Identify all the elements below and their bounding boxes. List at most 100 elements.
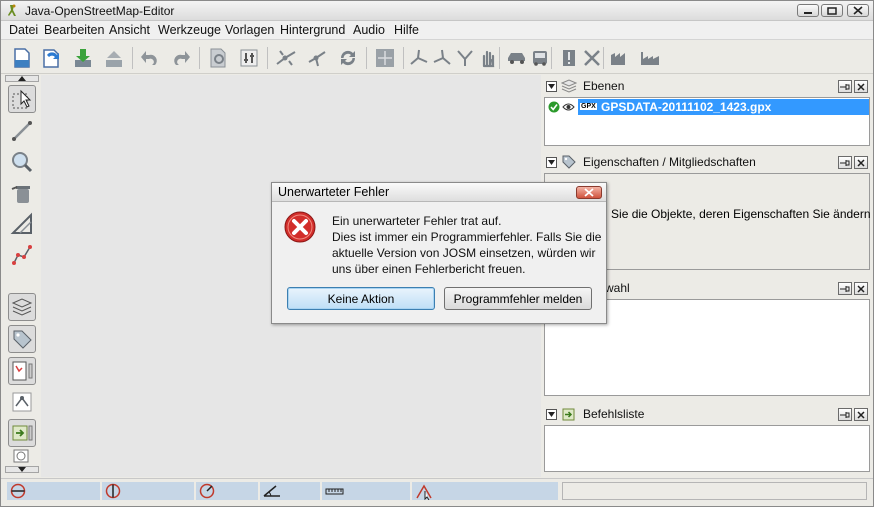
bus-icon	[533, 51, 547, 66]
magnifier-icon	[12, 152, 33, 173]
palette-scroll-up[interactable]	[5, 75, 39, 82]
commands-list[interactable]	[544, 425, 870, 472]
minimize-button[interactable]	[797, 4, 819, 17]
align-button[interactable]	[372, 45, 398, 71]
properties-panel-title: Eigenschaften / Mitgliedschaften	[583, 155, 756, 169]
properties-detach-button[interactable]	[838, 156, 852, 169]
download-button[interactable]	[70, 45, 96, 71]
pin-icon	[840, 83, 850, 90]
industrial-button[interactable]	[637, 45, 663, 71]
bus-button[interactable]	[527, 45, 553, 71]
layer-row[interactable]: GPX GPSDATA-20111102_1423.gpx	[545, 99, 869, 115]
menu-vorlagen[interactable]: Vorlagen	[225, 23, 274, 37]
toggle-relations-button[interactable]	[8, 388, 36, 416]
toggle-selection-button[interactable]	[8, 357, 36, 385]
draw-mode-button[interactable]	[8, 117, 36, 145]
close-icon	[853, 6, 863, 15]
new-document-icon	[14, 48, 30, 68]
hand-button[interactable]	[475, 45, 501, 71]
toggle-commands-button[interactable]	[8, 419, 36, 447]
combine-way-button[interactable]	[304, 45, 330, 71]
eye-icon[interactable]	[562, 102, 575, 112]
toggle-layers-button[interactable]	[8, 293, 36, 321]
menu-hintergrund[interactable]: Hintergrund	[280, 23, 345, 37]
selection-list-icon	[12, 361, 33, 381]
layer-visible-check-icon[interactable]	[548, 101, 560, 113]
history-icon	[13, 449, 29, 463]
toggle-properties-button[interactable]	[8, 325, 36, 353]
menu-ansicht[interactable]: Ansicht	[109, 23, 150, 37]
tools-button[interactable]	[579, 45, 605, 71]
chevron-down-icon	[548, 84, 555, 89]
open-file-button[interactable]	[39, 45, 65, 71]
angle-field	[260, 482, 320, 500]
report-bug-button[interactable]: Programmfehler melden	[444, 287, 592, 310]
split-way-icon	[276, 50, 296, 66]
hand-icon	[482, 50, 495, 68]
extrude-mode-button[interactable]	[8, 210, 36, 238]
main-toolbar	[1, 41, 873, 74]
commands-collapse-toggle[interactable]	[546, 409, 557, 420]
help-text-field	[562, 482, 867, 500]
commands-detach-button[interactable]	[838, 408, 852, 421]
relation-icon	[12, 392, 32, 412]
close-button[interactable]	[847, 4, 869, 17]
menu-audio[interactable]: Audio	[353, 23, 385, 37]
properties-close-button[interactable]	[854, 156, 868, 169]
commands-close-button[interactable]	[854, 408, 868, 421]
latitude-icon	[10, 483, 26, 499]
selection-detach-button[interactable]	[838, 282, 852, 295]
menu-bearbeiten[interactable]: Bearbeiten	[44, 23, 104, 37]
dialog-close-button[interactable]	[576, 186, 602, 199]
way-join-icon	[410, 49, 428, 65]
select-mode-button[interactable]	[8, 85, 36, 113]
refresh-button[interactable]	[335, 45, 361, 71]
menu-werkzeuge[interactable]: Werkzeuge	[158, 23, 221, 37]
layers-panel: Ebenen GPX GPSDATA-20111102_1423.gpx	[543, 76, 871, 146]
redo-icon	[174, 51, 190, 65]
josm-app-icon	[8, 4, 16, 16]
toggle-history-button[interactable]	[8, 447, 36, 465]
sliders-icon	[240, 49, 258, 67]
error-icon	[284, 211, 316, 243]
properties-collapse-toggle[interactable]	[546, 157, 557, 168]
gpx-badge-icon: GPX	[580, 103, 597, 110]
delete-mode-button[interactable]	[8, 179, 36, 207]
status-bar	[1, 478, 873, 506]
menu-hilfe[interactable]: Hilfe	[394, 23, 419, 37]
dialog-message-line: Ein unerwarteter Fehler trat auf.	[332, 214, 502, 228]
palette-scroll-down[interactable]	[5, 466, 39, 473]
upload-icon	[106, 51, 122, 67]
menu-datei[interactable]: Datei	[9, 23, 38, 37]
upload-button[interactable]	[101, 45, 127, 71]
tag-icon	[562, 155, 576, 169]
selection-close-button[interactable]	[854, 282, 868, 295]
chevron-down-icon	[548, 160, 555, 165]
way-merge-icon	[433, 49, 451, 65]
no-action-button[interactable]: Keine Aktion	[287, 287, 435, 310]
improve-way-button[interactable]	[8, 241, 36, 269]
layers-detach-button[interactable]	[838, 80, 852, 93]
split-way-button[interactable]	[273, 45, 299, 71]
ruler-icon	[325, 488, 344, 495]
layers-close-button[interactable]	[854, 80, 868, 93]
undo-button[interactable]	[137, 45, 163, 71]
layers-panel-title: Ebenen	[583, 79, 625, 93]
layers-collapse-toggle[interactable]	[546, 81, 557, 92]
building-button[interactable]	[607, 45, 633, 71]
commands-panel-header: Befehlsliste	[543, 404, 871, 424]
new-layer-button[interactable]	[9, 45, 35, 71]
pin-icon	[840, 159, 850, 166]
longitude-field	[102, 482, 194, 500]
way-angle-icon	[416, 484, 432, 500]
close-icon	[857, 284, 865, 293]
maximize-button[interactable]	[821, 4, 843, 17]
minimize-icon	[804, 11, 812, 14]
preferences-button[interactable]	[205, 45, 231, 71]
close-icon	[857, 82, 865, 91]
redo-button[interactable]	[168, 45, 194, 71]
pin-icon	[840, 411, 850, 418]
zoom-mode-button[interactable]	[8, 148, 36, 176]
settings-button[interactable]	[236, 45, 262, 71]
extrude-icon	[10, 212, 32, 234]
